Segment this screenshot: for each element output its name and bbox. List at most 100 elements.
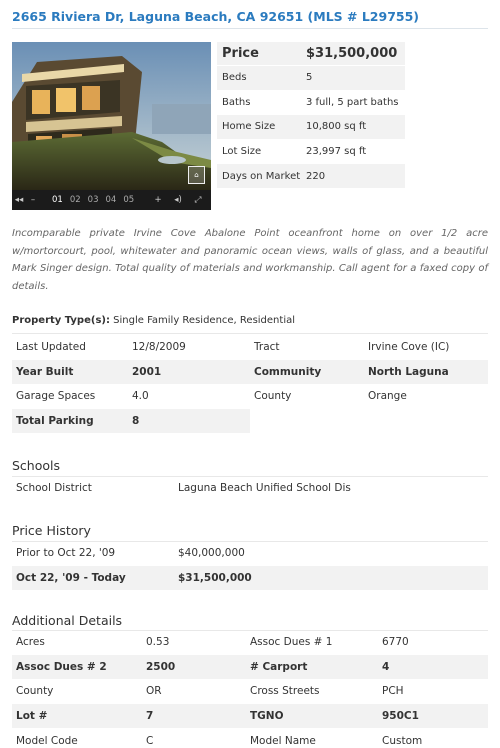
summary-row-beds: Beds 5 [217, 66, 405, 91]
schools-row: School District Laguna Beach Unified Sch… [12, 476, 488, 501]
details-row: Total Parking 8 [12, 408, 488, 434]
gallery-page-03[interactable]: 03 [88, 195, 99, 205]
details-label: County [254, 390, 292, 403]
details-value: North Laguna [368, 365, 449, 378]
details-value: 8 [132, 415, 140, 428]
additional-row: Assoc Dues # 2 2500 # Carport 4 [12, 654, 488, 680]
details-row: Year Built 2001 Community North Laguna [12, 359, 488, 385]
additional-label: Assoc Dues # 1 [250, 636, 333, 649]
additional-label: # Carport [250, 660, 308, 673]
school-district-label: School District [16, 482, 92, 495]
summary-value: 23,997 sq ft [306, 146, 367, 158]
property-type-divider [12, 333, 488, 334]
zoom-in-icon[interactable]: + [151, 195, 165, 205]
additional-value: 4 [382, 660, 390, 673]
summary-label: Baths [222, 96, 251, 108]
summary-row-days-on-market: Days on Market 220 [217, 164, 405, 189]
summary-table: Price $31,500,000 Beds 5 Baths 3 full, 5… [217, 42, 405, 189]
gallery-page-05[interactable]: 05 [123, 195, 134, 205]
house-photo[interactable] [12, 42, 211, 190]
summary-label: Beds [222, 72, 247, 84]
additional-value: 2500 [146, 660, 176, 673]
additional-details-table: Acres 0.53 Assoc Dues # 1 6770 Assoc Due… [12, 630, 488, 748]
additional-label: Acres [16, 636, 45, 649]
summary-row-price: Price $31,500,000 [217, 42, 405, 66]
details-row: Last Updated 12/8/2009 Tract Irvine Cove… [12, 335, 488, 360]
details-row: Garage Spaces 4.0 County Orange [12, 384, 488, 409]
additional-row: Model Code C Model Name Custom [12, 728, 488, 748]
listing-description: Incomparable private Irvine Cove Abalone… [12, 228, 488, 292]
details-value: 2001 [132, 365, 162, 378]
additional-label: Model Code [16, 734, 78, 747]
house-icon: ⌂ [188, 166, 205, 184]
details-label: Community [254, 365, 322, 378]
schools-table: School District Laguna Beach Unified Sch… [12, 476, 488, 501]
summary-value: 220 [306, 170, 326, 182]
additional-row: Acres 0.53 Assoc Dues # 1 6770 [12, 630, 488, 655]
summary-label: Lot Size [222, 146, 262, 158]
additional-label: Assoc Dues # 2 [16, 660, 107, 673]
details-left: Last Updated 12/8/2009 [12, 335, 250, 360]
details-right: Community North Laguna [250, 359, 488, 385]
property-type-label: Property Type(s): [12, 315, 110, 326]
photo-gallery[interactable]: ⌂ ◂◂ – 01 02 03 04 05 + ◂) ⤢ [12, 42, 211, 210]
additional-value: 7 [146, 710, 154, 723]
zoom-out-icon[interactable]: – [26, 195, 40, 205]
additional-label: County [16, 685, 54, 698]
price-history-period: Prior to Oct 22, '09 [16, 547, 116, 560]
gallery-page-01[interactable]: 01 [52, 195, 63, 205]
schools-heading: Schools [12, 458, 61, 473]
additional-value: C [146, 734, 154, 747]
additional-value: 0.53 [146, 636, 170, 649]
additional-label: TGNO [250, 710, 284, 723]
summary-label: Days on Market [222, 170, 301, 182]
fullscreen-icon[interactable]: ⤢ [191, 195, 205, 205]
summary-label: Price [222, 46, 259, 61]
rewind-icon[interactable]: ◂◂ [12, 195, 26, 205]
details-label: Garage Spaces [16, 390, 96, 403]
additional-value: PCH [382, 685, 404, 698]
details-value: Irvine Cove (IC) [368, 341, 450, 354]
summary-row-baths: Baths 3 full, 5 part baths [217, 91, 405, 116]
school-district-value: Laguna Beach Unified School Dis [178, 482, 351, 495]
summary-label: Home Size [222, 121, 276, 133]
price-history-price: $31,500,000 [178, 571, 252, 584]
price-history-heading: Price History [12, 523, 91, 538]
additional-value: Custom [382, 734, 423, 747]
gallery-page-02[interactable]: 02 [70, 195, 81, 205]
gallery-pages: 01 02 03 04 05 [52, 195, 134, 205]
price-history-price: $40,000,000 [178, 547, 245, 560]
additional-label: Cross Streets [250, 685, 320, 698]
additional-label: Model Name [250, 734, 316, 747]
additional-value: 950C1 [382, 710, 419, 723]
listing-title[interactable]: 2665 Riviera Dr, Laguna Beach, CA 92651 … [12, 9, 419, 24]
additional-details-heading: Additional Details [12, 613, 123, 628]
summary-value: 5 [306, 72, 313, 84]
price-history-period: Oct 22, '09 - Today [16, 571, 126, 584]
gallery-right-controls: + ◂) ⤢ [151, 195, 211, 205]
details-grid: Last Updated 12/8/2009 Tract Irvine Cove… [12, 335, 488, 434]
price-history-table: Prior to Oct 22, '09 $40,000,000 Oct 22,… [12, 541, 488, 591]
details-value: 12/8/2009 [132, 341, 186, 354]
gallery-controls: ◂◂ – 01 02 03 04 05 + ◂) ⤢ [12, 190, 211, 210]
summary-row-home-size: Home Size 10,800 sq ft [217, 115, 405, 140]
details-value: 4.0 [132, 390, 149, 403]
summary-value: 3 full, 5 part baths [306, 96, 399, 108]
gallery-page-04[interactable]: 04 [105, 195, 116, 205]
property-type: Property Type(s): Single Family Residenc… [12, 315, 295, 326]
price-history-row: Oct 22, '09 - Today $31,500,000 [12, 565, 488, 591]
sound-icon[interactable]: ◂) [171, 195, 185, 205]
details-left: Year Built 2001 [12, 359, 250, 385]
summary-row-lot-size: Lot Size 23,997 sq ft [217, 140, 405, 165]
details-left: Garage Spaces 4.0 [12, 384, 250, 409]
details-right: County Orange [250, 384, 488, 409]
details-label: Total Parking [16, 415, 94, 428]
summary-value: 10,800 sq ft [306, 121, 367, 133]
additional-row: County OR Cross Streets PCH [12, 679, 488, 704]
title-divider [12, 28, 488, 29]
details-value: Orange [368, 390, 407, 403]
summary-value: $31,500,000 [306, 46, 398, 61]
price-history-row: Prior to Oct 22, '09 $40,000,000 [12, 541, 488, 566]
details-label: Tract [254, 341, 280, 354]
additional-value: OR [146, 685, 162, 698]
